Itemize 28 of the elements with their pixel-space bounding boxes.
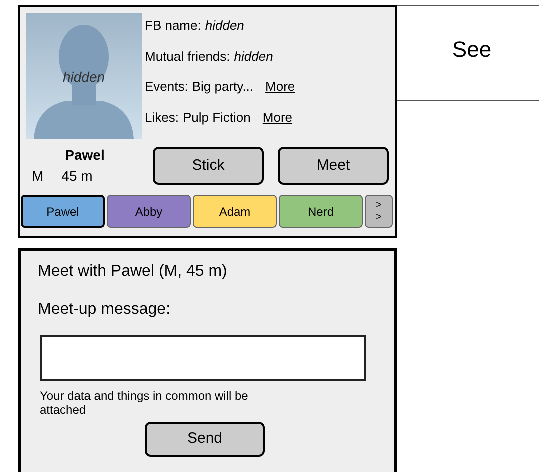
- detail-value: Big party...: [192, 78, 254, 96]
- detail-value: hidden: [234, 48, 274, 66]
- distance-text: 45 m: [62, 167, 93, 186]
- photo-label: hidden: [62, 68, 106, 87]
- more-link[interactable]: More: [266, 77, 296, 96]
- gender-text: M: [32, 167, 44, 186]
- detail-label: Mutual friends:: [145, 48, 230, 66]
- profile-tab[interactable]: Abby: [107, 195, 191, 228]
- detail-label: Events:: [145, 78, 188, 96]
- profile-tab[interactable]: Nerd: [279, 195, 363, 228]
- profile-tab[interactable]: Adam: [193, 195, 277, 228]
- message-input-field[interactable]: [40, 335, 366, 381]
- attachment-note: Your data and things in common will be attached: [40, 389, 250, 417]
- action-button[interactable]: Stick: [153, 147, 264, 185]
- more-tabs-button[interactable]: > >: [365, 195, 393, 228]
- dialog-title: Meet with Pawel (M, 45 m): [38, 262, 228, 282]
- side-title: See: [452, 36, 492, 64]
- detail-value: hidden: [205, 17, 244, 35]
- detail-label: FB name:: [145, 17, 202, 35]
- detail-label: Likes:: [145, 108, 179, 126]
- profile-name: Pawel: [65, 146, 105, 165]
- action-button[interactable]: Meet: [278, 147, 389, 185]
- send-button[interactable]: Send: [145, 422, 265, 457]
- more-link[interactable]: More: [262, 108, 293, 127]
- avatar-silhouette-icon: [26, 13, 142, 139]
- detail-value: Pulp Fiction: [182, 108, 251, 127]
- profile-tab[interactable]: Pawel: [21, 195, 105, 228]
- message-label: Meet-up message:: [38, 300, 172, 320]
